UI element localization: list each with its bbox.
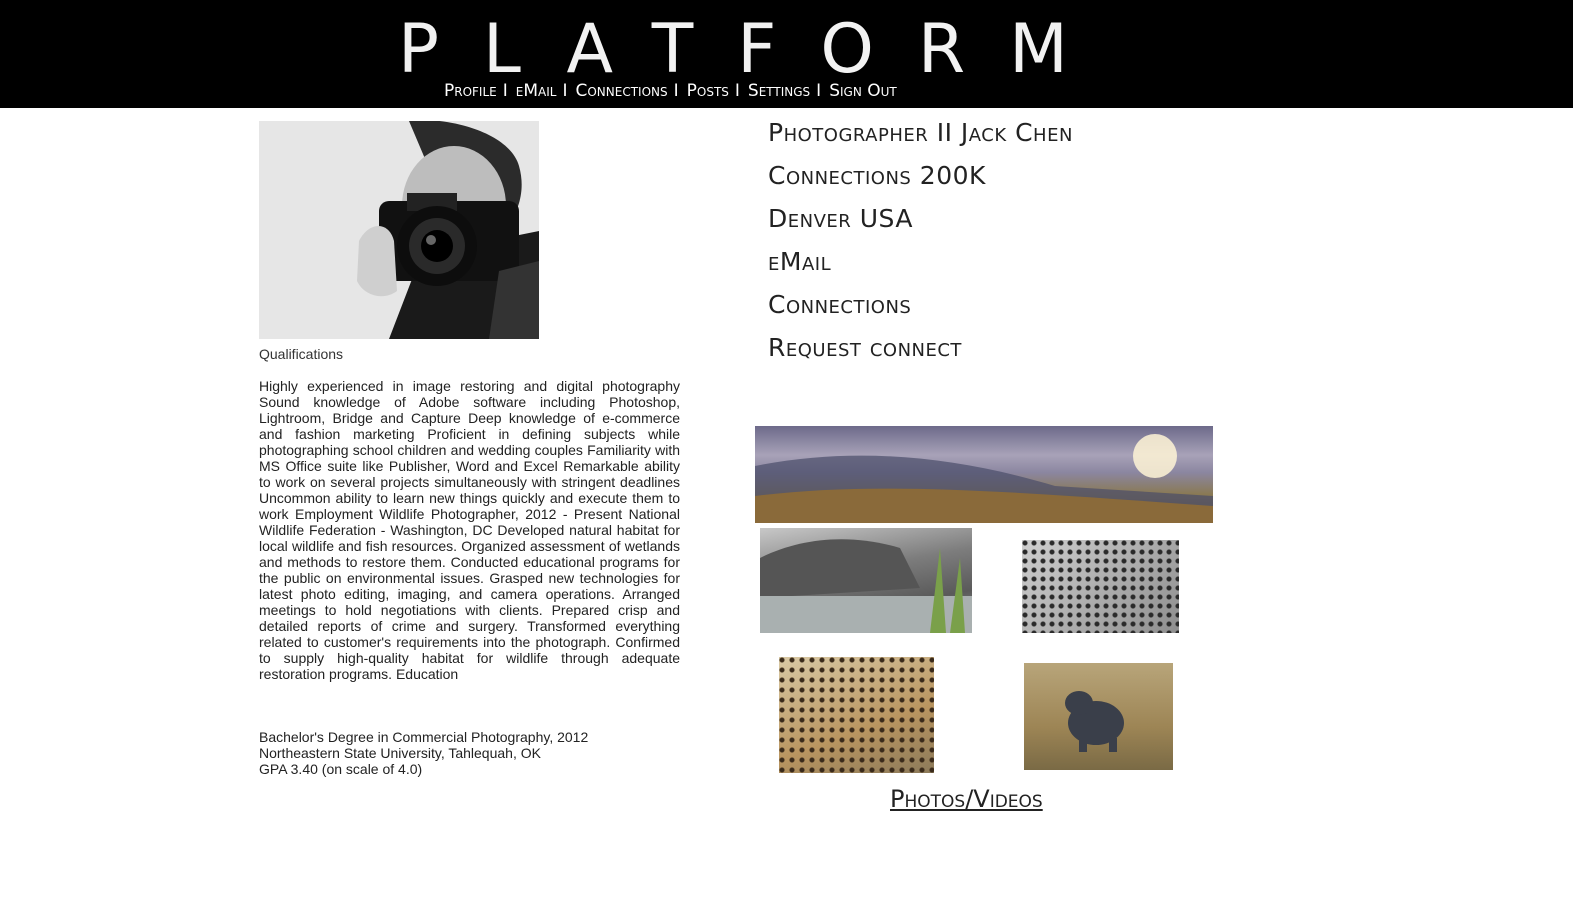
request-connect-link[interactable]: Request connect <box>768 333 1073 376</box>
nav-posts[interactable]: Posts <box>687 81 729 101</box>
nav-settings[interactable]: Settings <box>748 81 810 101</box>
top-header: PLATFORM Profile I eMail I Connections I… <box>0 0 1573 108</box>
qualifications-heading: Qualifications <box>259 346 344 362</box>
nav-separator: I <box>734 81 740 101</box>
nav-connections[interactable]: Connections <box>575 81 667 101</box>
gallery-photo-cheetah[interactable] <box>779 657 934 773</box>
location: Denver USA <box>768 204 913 233</box>
profile-photo <box>259 121 539 339</box>
nav-separator: I <box>673 81 679 101</box>
nav-email[interactable]: eMail <box>516 81 557 101</box>
photographer-image <box>259 121 539 339</box>
brand-logo[interactable]: PLATFORM <box>398 14 1068 86</box>
connections-count: Connections 200K <box>768 161 986 190</box>
nav-sign-out[interactable]: Sign Out <box>829 81 897 101</box>
sunset-image <box>755 434 1213 523</box>
education-block: Bachelor's Degree in Commercial Photogra… <box>259 729 679 777</box>
main-nav: Profile I eMail I Connections I Posts I … <box>444 80 897 102</box>
profile-info: Photographer II Jack Chen Connections 20… <box>768 118 1073 376</box>
coast-image <box>760 539 972 633</box>
profile-title: Photographer II Jack Chen <box>768 118 1073 147</box>
education-gpa: GPA 3.40 (on scale of 4.0) <box>259 761 423 777</box>
email-link[interactable]: eMail <box>768 247 1073 290</box>
qualifications-text: Highly experienced in image restoring an… <box>259 378 680 682</box>
education-school: Northeastern State University, Tahlequah… <box>259 745 541 761</box>
nav-separator: I <box>816 81 822 101</box>
gallery-photo-rhino[interactable] <box>1024 663 1173 770</box>
gallery-photo-coast[interactable] <box>760 528 972 633</box>
education-degree: Bachelor's Degree in Commercial Photogra… <box>259 729 589 745</box>
photos-videos-link[interactable]: Photos/Videos <box>890 785 1043 813</box>
gallery-photo-sunset-coast[interactable] <box>755 426 1213 523</box>
nav-separator: I <box>562 81 568 101</box>
nav-profile[interactable]: Profile <box>444 81 497 101</box>
nav-separator: I <box>502 81 508 101</box>
connections-link[interactable]: Connections <box>768 290 1073 333</box>
brand-text: PLATFORM <box>398 10 1112 89</box>
rhino-image <box>1065 691 1124 752</box>
gallery-photo-leopard[interactable] <box>1022 540 1179 633</box>
